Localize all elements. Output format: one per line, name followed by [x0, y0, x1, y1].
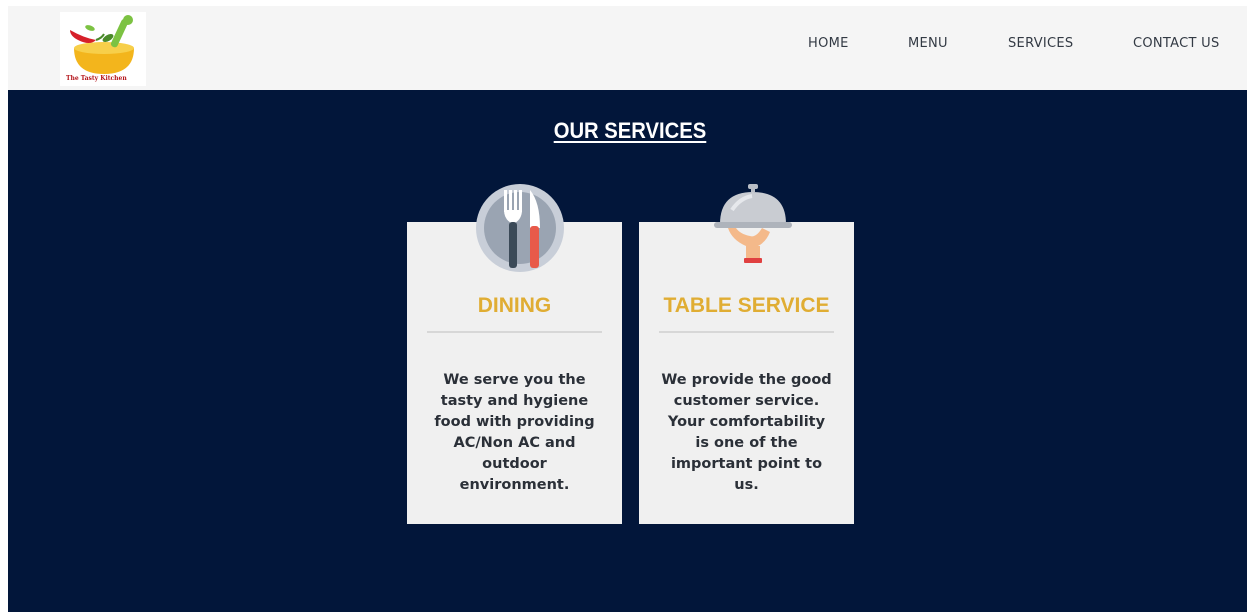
- card-title: DINING: [477, 294, 552, 317]
- logo-text: The Tasty Kitchen: [66, 75, 127, 82]
- services-section: OUR SERVICES DINING We serve you the tas…: [8, 90, 1247, 612]
- card-description: We provide the good customer service. Yo…: [661, 372, 832, 493]
- services-title: OUR SERVICES: [553, 118, 707, 143]
- nav-home-link[interactable]: HOME: [808, 36, 849, 51]
- brand-logo[interactable]: The Tasty Kitchen: [60, 12, 146, 86]
- navbar: The Tasty Kitchen HOME MENU SERVICES CON…: [8, 6, 1247, 90]
- fork-knife-icon: [476, 184, 564, 272]
- page: The Tasty Kitchen HOME MENU SERVICES CON…: [0, 0, 1247, 612]
- card-divider: [427, 331, 602, 333]
- card-title: TABLE SERVICE: [663, 294, 830, 317]
- serving-cloche-icon: [714, 184, 792, 263]
- nav-contact-link[interactable]: CONTACT US: [1133, 36, 1220, 51]
- card-description: We serve you the tasty and hygiene food …: [434, 372, 595, 493]
- nav-menu-link[interactable]: MENU: [908, 36, 948, 51]
- nav-services-link[interactable]: SERVICES: [1008, 36, 1073, 51]
- card-divider: [659, 331, 834, 333]
